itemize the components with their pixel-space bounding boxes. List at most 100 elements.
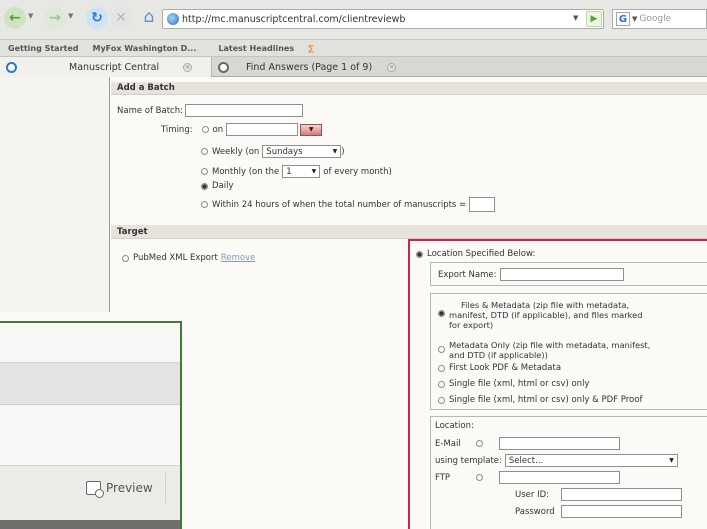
- pubmed-export-label: PubMed XML Export: [133, 253, 218, 263]
- monthly-day-select[interactable]: 1 ▼: [282, 165, 321, 178]
- ftp-label: FTP: [435, 472, 451, 483]
- export-option-single-file-pdf: Single file (xml, html or csv) only & PD…: [438, 395, 642, 405]
- timing-weekly-radio[interactable]: [201, 148, 208, 155]
- find-answers-favicon-icon: [218, 61, 229, 73]
- timing-monthly-row: Monthly (on the 1 ▼ of every month): [201, 165, 392, 178]
- zoom-overlay: Preview: [0, 321, 182, 529]
- chevron-down-icon: ▼: [311, 168, 317, 175]
- password-input[interactable]: [561, 505, 682, 518]
- tab-manuscript-central[interactable]: Manuscript Central ✕: [0, 57, 212, 77]
- metadata-only-radio[interactable]: [438, 346, 445, 353]
- search-box[interactable]: G ▼ Google: [612, 9, 707, 29]
- reload-icon[interactable]: ↻: [86, 7, 108, 29]
- overlay-bottom-bar: [0, 520, 180, 529]
- back-icon[interactable]: ←: [4, 7, 26, 29]
- weekly-day-select[interactable]: Sundays ▼: [262, 145, 342, 158]
- overlay-band: [0, 323, 180, 363]
- timing-weekly-row: Weekly (on Sundays ▼ ): [201, 145, 345, 158]
- manuscript-central-favicon-icon: [6, 61, 17, 73]
- chevron-down-icon: ▼: [332, 148, 338, 155]
- password-row: Password: [515, 505, 682, 518]
- timing-on-row: Timing: on ▼: [161, 123, 323, 136]
- weekly-day-value: Sundays: [266, 146, 303, 157]
- timing-daily-radio[interactable]: [201, 182, 208, 190]
- export-name-box: Export Name:: [430, 262, 707, 286]
- timing-monthly-radio[interactable]: [201, 168, 208, 175]
- single-file-pdf-radio[interactable]: [438, 396, 445, 404]
- bookmark-myfox[interactable]: MyFox Washington D...: [93, 44, 197, 53]
- email-input[interactable]: [499, 437, 620, 450]
- email-radio[interactable]: [476, 440, 483, 447]
- batch-name-label: Name of Batch:: [117, 105, 183, 116]
- email-row: E-Mail: [435, 437, 620, 450]
- close-tab-icon[interactable]: ✕: [183, 62, 193, 72]
- browser-toolbar: ← ▼ → ▼ ↻ ✕ ⌂ http://mc.manuscriptcentra…: [0, 0, 707, 40]
- bookmark-getting-started[interactable]: Getting Started: [8, 44, 79, 53]
- pubmed-row: PubMed XML Export Remove: [122, 253, 255, 263]
- bookmarks-bar: Getting Started MyFox Washington D... La…: [0, 40, 707, 57]
- export-name-input[interactable]: [500, 268, 625, 281]
- search-placeholder[interactable]: Google: [639, 14, 671, 24]
- ftp-radio[interactable]: [476, 474, 483, 481]
- export-name-row: Export Name:: [438, 268, 625, 281]
- location-panel: Location Specified Below: Export Name: F…: [408, 239, 707, 529]
- location-specified-label: Location Specified Below:: [427, 249, 536, 259]
- chevron-down-icon: ▼: [669, 457, 674, 464]
- location-heading: Location:: [435, 421, 474, 431]
- add-batch-header: Add a Batch: [111, 82, 707, 95]
- go-icon[interactable]: ▶: [586, 11, 602, 27]
- user-id-input[interactable]: [561, 488, 682, 501]
- address-bar[interactable]: http://mc.manuscriptcentral.com/clientre…: [162, 9, 604, 29]
- google-icon[interactable]: G: [616, 12, 630, 26]
- timing-within-row: Within 24 hours of when the total number…: [201, 197, 496, 212]
- export-option-metadata-only: Metadata Only (zip file with metadata, m…: [438, 340, 650, 360]
- monthly-prefix: Monthly (on the: [212, 166, 280, 177]
- location-specified-radio[interactable]: [416, 250, 423, 258]
- preview-button[interactable]: Preview: [86, 473, 166, 503]
- tab-bar: Manuscript Central ✕ Find Answers (Page …: [0, 57, 707, 77]
- template-select[interactable]: Select... ▼: [504, 454, 678, 467]
- forward-history-caret-icon[interactable]: ▼: [68, 12, 73, 20]
- files-metadata-radio[interactable]: [438, 310, 445, 317]
- using-template-label: using template:: [435, 455, 502, 466]
- forward-icon[interactable]: →: [44, 7, 66, 29]
- tab-find-answers[interactable]: Find Answers (Page 1 of 9) ✕: [212, 57, 442, 77]
- back-history-caret-icon[interactable]: ▼: [28, 12, 33, 20]
- stop-icon[interactable]: ✕: [110, 7, 132, 29]
- calendar-icon[interactable]: ▼: [300, 123, 323, 136]
- pubmed-export-radio[interactable]: [122, 254, 129, 262]
- home-icon[interactable]: ⌂: [138, 5, 160, 29]
- timing-on-radio[interactable]: [201, 126, 209, 133]
- option-line: Single file (xml, html or csv) only & PD…: [449, 395, 643, 405]
- close-tab-icon[interactable]: ✕: [387, 62, 397, 72]
- single-file-radio[interactable]: [438, 380, 445, 388]
- bookmark-latest-headlines[interactable]: Latest Headlines ∑: [210, 44, 319, 53]
- batch-name-row: Name of Batch:: [117, 104, 303, 117]
- first-look-radio[interactable]: [438, 364, 445, 372]
- address-url[interactable]: http://mc.manuscriptcentral.com/clientre…: [182, 14, 405, 25]
- ftp-row: FTP: [435, 471, 620, 484]
- location-box: Location: E-Mail using template: Select.…: [430, 416, 707, 529]
- overlay-band: [0, 405, 180, 465]
- monthly-day-value: 1: [286, 166, 292, 177]
- template-row: using template: Select... ▼: [435, 454, 678, 467]
- timing-date-input[interactable]: [226, 123, 299, 136]
- template-value: Select...: [508, 455, 544, 466]
- option-line: Files & Metadata (zip file with metadata…: [461, 300, 630, 310]
- manuscript-count-input[interactable]: [469, 197, 496, 212]
- left-panel: [0, 77, 110, 312]
- ftp-host-input[interactable]: [499, 471, 620, 484]
- search-engine-caret-icon[interactable]: ▼: [632, 15, 637, 23]
- timing-within-radio[interactable]: [201, 201, 208, 208]
- remove-link[interactable]: Remove: [221, 253, 256, 263]
- bookmark-latest-headlines-label: Latest Headlines: [218, 43, 295, 53]
- batch-name-input[interactable]: [184, 104, 303, 117]
- option-line: Single file (xml, html or csv) only: [449, 379, 590, 389]
- export-option-files-metadata: Files & Metadata (zip file with metadata…: [438, 300, 643, 330]
- export-options-box: Files & Metadata (zip file with metadata…: [430, 293, 707, 410]
- location-specified-row: Location Specified Below:: [416, 249, 535, 259]
- option-line: and DTD (if applicable)): [449, 350, 548, 360]
- address-dropdown-icon[interactable]: ▼: [573, 14, 578, 22]
- weekly-prefix: Weekly (on: [212, 146, 260, 157]
- target-header: Target: [111, 225, 707, 239]
